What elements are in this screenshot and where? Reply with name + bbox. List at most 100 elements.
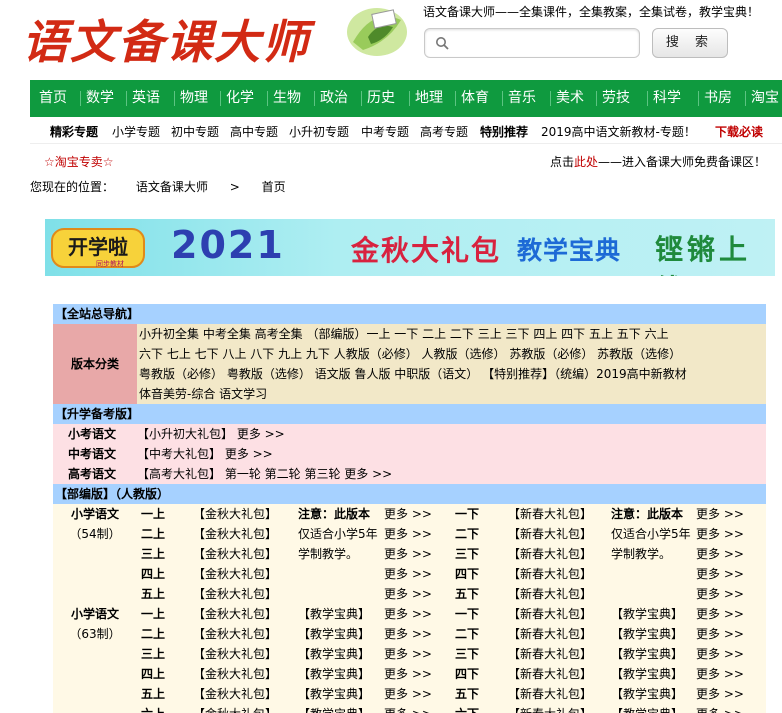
package-link[interactable]: 【新春大礼包】: [508, 584, 592, 604]
more-link[interactable]: 更多 >>: [384, 664, 432, 684]
row-note[interactable]: 【教学宝典】: [298, 684, 370, 704]
package-link[interactable]: 【新春大礼包】: [508, 704, 592, 713]
more-link[interactable]: 更多 >>: [384, 644, 432, 664]
row-note[interactable]: 【教学宝典】: [298, 624, 370, 644]
more-link[interactable]: 更多 >>: [696, 524, 744, 544]
row-note[interactable]: 【教学宝典】: [611, 684, 683, 704]
grade-link[interactable]: 四下: [455, 664, 479, 684]
package-link[interactable]: 【金秋大礼包】: [193, 704, 277, 713]
more-link[interactable]: 更多 >>: [384, 624, 432, 644]
package-link[interactable]: 【金秋大礼包】: [193, 584, 277, 604]
more-link[interactable]: 更多 >>: [696, 544, 744, 564]
nav-item[interactable]: 音乐: [508, 80, 536, 117]
more-link[interactable]: 更多 >>: [696, 584, 744, 604]
exam-row-links[interactable]: 【高考大礼包】 第一轮 第二轮 第三轮 更多 >>: [137, 464, 392, 484]
grade-link[interactable]: 五下: [455, 684, 479, 704]
grade-link[interactable]: 三下: [455, 644, 479, 664]
grade-link[interactable]: 三上: [141, 544, 165, 564]
grade-link[interactable]: 四上: [141, 664, 165, 684]
package-link[interactable]: 【金秋大礼包】: [193, 524, 277, 544]
package-link[interactable]: 【新春大礼包】: [508, 624, 592, 644]
version-line[interactable]: 六下 七上 七下 八上 八下 九上 九下 人教版（必修） 人教版（选修） 苏教版…: [139, 344, 681, 364]
package-link[interactable]: 【金秋大礼包】: [193, 644, 277, 664]
grade-link[interactable]: 三下: [455, 544, 479, 564]
row-note[interactable]: 【教学宝典】: [611, 664, 683, 684]
package-link[interactable]: 【金秋大礼包】: [193, 544, 277, 564]
grade-link[interactable]: 五上: [141, 584, 165, 604]
search-input[interactable]: [424, 28, 640, 58]
nav-item[interactable]: 首页: [39, 80, 67, 117]
grade-link[interactable]: 五下: [455, 584, 479, 604]
package-link[interactable]: 【金秋大礼包】: [193, 624, 277, 644]
row-note[interactable]: 【教学宝典】: [611, 704, 683, 713]
package-link[interactable]: 【新春大礼包】: [508, 504, 592, 524]
topic-link-senior[interactable]: 高中专题: [230, 123, 278, 140]
nav-item[interactable]: 书房: [704, 80, 732, 117]
grade-link[interactable]: 二下: [455, 524, 479, 544]
row-note[interactable]: 【教学宝典】: [298, 664, 370, 684]
grade-link[interactable]: 四下: [455, 564, 479, 584]
row-note[interactable]: 【教学宝典】: [298, 644, 370, 664]
grade-link[interactable]: 二上: [141, 524, 165, 544]
exam-row-links[interactable]: 【小升初大礼包】 更多 >>: [137, 424, 285, 444]
row-note[interactable]: 【教学宝典】: [611, 624, 683, 644]
more-link[interactable]: 更多 >>: [384, 564, 432, 584]
topic-link-primary[interactable]: 小学专题: [112, 123, 160, 140]
nav-item[interactable]: 政治: [320, 80, 348, 117]
grade-link[interactable]: 六下: [455, 704, 479, 713]
topic-link-gaokao[interactable]: 高考专题: [420, 123, 468, 140]
nav-item[interactable]: 物理: [180, 80, 208, 117]
package-link[interactable]: 【金秋大礼包】: [193, 504, 277, 524]
nav-item[interactable]: 生物: [273, 80, 301, 117]
grade-link[interactable]: 二下: [455, 624, 479, 644]
version-line[interactable]: 粤教版（必修） 粤教版（选修） 语文版 鲁人版 中职版（语文） 【特别推荐】（统…: [139, 364, 687, 384]
package-link[interactable]: 【金秋大礼包】: [193, 684, 277, 704]
nav-item[interactable]: 历史: [367, 80, 395, 117]
nav-item[interactable]: 化学: [226, 80, 254, 117]
topic-link-zhongkao[interactable]: 中考专题: [361, 123, 409, 140]
version-line[interactable]: 小升初全集 中考全集 高考全集 （部编版）一上 一下 二上 二下 三上 三下 四…: [139, 324, 669, 344]
topic-link-junior[interactable]: 初中专题: [171, 123, 219, 140]
more-link[interactable]: 更多 >>: [696, 644, 744, 664]
site-logo[interactable]: 语文备课大师: [22, 6, 310, 72]
more-link[interactable]: 更多 >>: [696, 564, 744, 584]
more-link[interactable]: 更多 >>: [384, 684, 432, 704]
row-note[interactable]: 【教学宝典】: [298, 704, 370, 713]
more-link[interactable]: 更多 >>: [384, 504, 432, 524]
grade-link[interactable]: 四上: [141, 564, 165, 584]
nav-item[interactable]: 劳技: [602, 80, 630, 117]
package-link[interactable]: 【新春大礼包】: [508, 664, 592, 684]
search-button[interactable]: 搜 索: [652, 28, 728, 58]
package-link[interactable]: 【新春大礼包】: [508, 604, 592, 624]
more-link[interactable]: 更多 >>: [384, 544, 432, 564]
download-guide-link[interactable]: 下载必读: [715, 123, 763, 140]
package-link[interactable]: 【新春大礼包】: [508, 684, 592, 704]
more-link[interactable]: 更多 >>: [384, 584, 432, 604]
topic-link-xiaoshengchu[interactable]: 小升初专题: [289, 123, 349, 140]
grade-link[interactable]: 六上: [141, 704, 165, 713]
more-link[interactable]: 更多 >>: [384, 604, 432, 624]
more-link[interactable]: 更多 >>: [384, 524, 432, 544]
more-link[interactable]: 更多 >>: [696, 504, 744, 524]
more-link[interactable]: 更多 >>: [384, 704, 432, 713]
free-area-link[interactable]: 点击此处——进入备课大师免费备课区！: [550, 153, 766, 170]
grade-link[interactable]: 五上: [141, 684, 165, 704]
package-link[interactable]: 【新春大礼包】: [508, 544, 592, 564]
more-link[interactable]: 更多 >>: [696, 684, 744, 704]
nav-item[interactable]: 地理: [415, 80, 443, 117]
free-area-here[interactable]: 此处: [574, 155, 598, 169]
special-recommend-link[interactable]: 2019高中语文新教材-专题！: [541, 123, 696, 140]
exam-row-links[interactable]: 【中考大礼包】 更多 >>: [137, 444, 273, 464]
package-link[interactable]: 【金秋大礼包】: [193, 604, 277, 624]
nav-item[interactable]: 美术: [556, 80, 584, 117]
row-note[interactable]: 【教学宝典】: [611, 604, 683, 624]
package-link[interactable]: 【金秋大礼包】: [193, 664, 277, 684]
grade-link[interactable]: 一下: [455, 604, 479, 624]
promo-banner[interactable]: 开学啦 同步教材 2021 金秋大礼包 教学宝典 铿锵上线: [45, 219, 775, 276]
grade-link[interactable]: 二上: [141, 624, 165, 644]
more-link[interactable]: 更多 >>: [696, 604, 744, 624]
package-link[interactable]: 【新春大礼包】: [508, 644, 592, 664]
version-line[interactable]: 体音美劳-综合 语文学习: [139, 384, 267, 404]
nav-item[interactable]: 科学: [653, 80, 681, 117]
row-note[interactable]: 【教学宝典】: [611, 644, 683, 664]
